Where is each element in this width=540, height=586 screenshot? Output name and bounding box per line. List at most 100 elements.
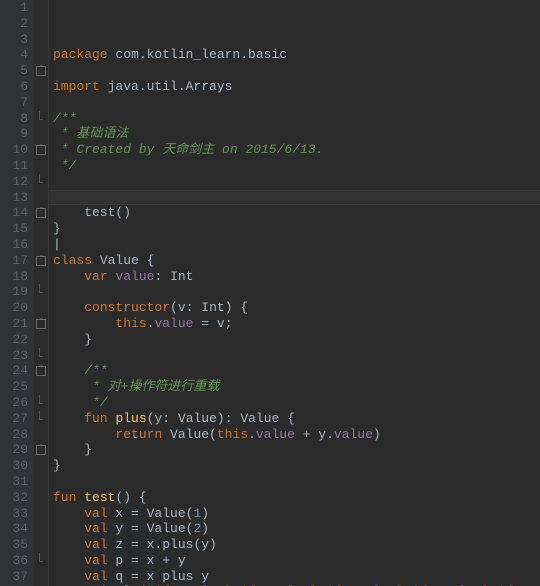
code-line[interactable]: } (53, 442, 540, 458)
token-id (53, 395, 92, 410)
token-op: () { (115, 490, 146, 505)
token-op: { (147, 253, 155, 268)
token-op: { (279, 411, 295, 426)
fold-close (34, 411, 48, 427)
code-line[interactable]: return Value(this.value + y.value) (53, 427, 540, 443)
token-id: com.kotlin_learn.basic (108, 47, 287, 62)
token-prop: value (154, 316, 193, 331)
token-kw: fun (84, 411, 107, 426)
token-op: >) { (264, 190, 295, 205)
code-line[interactable]: this.value = v; (53, 316, 540, 332)
token-prop: value (256, 427, 295, 442)
token-type: String (217, 190, 264, 205)
code-line[interactable]: test() (53, 205, 540, 221)
fold-empty (34, 332, 48, 348)
fold-close (34, 111, 48, 127)
code-line[interactable] (53, 95, 540, 111)
fold-empty (34, 490, 48, 506)
line-number: 28 (0, 427, 28, 443)
code-line[interactable]: | (53, 237, 540, 253)
token-id (53, 363, 84, 378)
code-line[interactable]: fun plus(y: Value): Value { (53, 411, 540, 427)
fold-marker[interactable] (34, 363, 48, 379)
fold-marker[interactable] (34, 205, 48, 221)
code-line[interactable]: val x = Value(1) (53, 506, 540, 522)
code-line[interactable]: */ (53, 158, 540, 174)
token-type: Int (201, 300, 224, 315)
token-op: : (162, 411, 178, 426)
token-id (53, 521, 84, 536)
line-number: 18 (0, 269, 28, 285)
fold-empty (34, 537, 48, 553)
line-number: 31 (0, 474, 28, 490)
code-line[interactable]: fun test() { (53, 490, 540, 506)
line-number: 36 (0, 553, 28, 569)
token-type: Value (178, 411, 217, 426)
fold-empty (34, 269, 48, 285)
fold-gutter[interactable] (34, 0, 49, 586)
code-line[interactable] (53, 474, 540, 490)
fold-marker[interactable] (34, 316, 48, 332)
token-id: q = x plus y (108, 569, 209, 584)
code-line[interactable]: /** (53, 111, 540, 127)
code-area[interactable]: package com.kotlin_learn.basicimport jav… (49, 0, 540, 586)
token-id: v (217, 316, 225, 331)
fold-marker[interactable] (34, 442, 48, 458)
code-line[interactable]: var value: Int (53, 269, 540, 285)
fold-empty (34, 379, 48, 395)
code-line[interactable] (53, 174, 540, 190)
token-kw: val (84, 521, 107, 536)
token-id: z = x.plus(y) (108, 537, 217, 552)
code-line[interactable]: package com.kotlin_learn.basic (53, 47, 540, 63)
code-line[interactable]: constructor(v: Int) { (53, 300, 540, 316)
code-line[interactable]: val y = Value(2) (53, 521, 540, 537)
fold-marker[interactable] (34, 253, 48, 269)
code-editor[interactable]: 1234567891011121314151617181920212223242… (0, 0, 540, 586)
token-id: p = x + y (108, 553, 186, 568)
token-op: } (53, 458, 61, 473)
line-number: 12 (0, 174, 28, 190)
token-cmtd: */ (92, 395, 108, 410)
code-line[interactable] (53, 284, 540, 300)
fold-marker[interactable] (34, 142, 48, 158)
code-line[interactable]: */ (53, 395, 540, 411)
fold-empty (34, 569, 48, 585)
fold-empty (34, 506, 48, 522)
code-line[interactable]: fun main(args: Array<String>) { (53, 190, 540, 206)
token-kw: fun (53, 490, 76, 505)
code-line[interactable] (53, 63, 540, 79)
code-line[interactable]: } (53, 458, 540, 474)
fold-close (34, 395, 48, 411)
code-line[interactable]: import java.util.Arrays (53, 79, 540, 95)
token-fn: main (84, 190, 115, 205)
token-id (53, 537, 84, 552)
token-cmtd: * 对+操作符进行重载 (92, 379, 219, 394)
line-number: 29 (0, 442, 28, 458)
token-kw: class (53, 253, 92, 268)
fold-empty (34, 458, 48, 474)
line-number: 6 (0, 79, 28, 95)
token-id: Value( (162, 427, 217, 442)
code-line[interactable]: class Value { (53, 253, 540, 269)
line-number: 30 (0, 458, 28, 474)
line-number: 2 (0, 16, 28, 32)
code-line[interactable]: val q = x plus y (53, 569, 540, 585)
code-line[interactable]: val p = x + y (53, 553, 540, 569)
line-number: 27 (0, 411, 28, 427)
token-kw: val (84, 506, 107, 521)
token-id (53, 553, 84, 568)
token-op: } (84, 442, 92, 457)
code-line[interactable]: /** (53, 363, 540, 379)
code-line[interactable]: } (53, 332, 540, 348)
fold-marker[interactable] (34, 63, 48, 79)
code-line[interactable]: } (53, 221, 540, 237)
code-line[interactable]: * Created by 天命剑主 on 2015/6/13. (53, 142, 540, 158)
token-kw: return (115, 427, 162, 442)
code-line[interactable]: * 对+操作符进行重载 (53, 379, 540, 395)
line-number: 19 (0, 284, 28, 300)
code-line[interactable]: * 基础语法 (53, 126, 540, 142)
code-line[interactable]: val z = x.plus(y) (53, 537, 540, 553)
line-number: 5 (0, 63, 28, 79)
token-id: x = Value( (108, 506, 194, 521)
code-line[interactable] (53, 348, 540, 364)
